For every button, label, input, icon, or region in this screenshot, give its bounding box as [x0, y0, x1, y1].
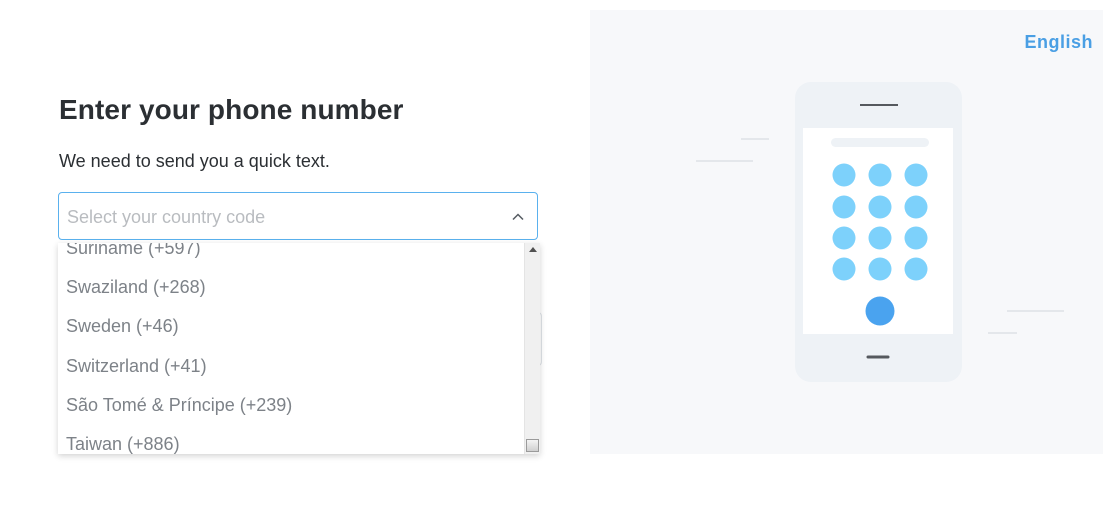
keypad-key [868, 195, 892, 219]
keypad-key [904, 163, 928, 187]
keypad-key [868, 257, 892, 281]
country-code-dropdown[interactable]: Suriname (+597) Swaziland (+268) Sweden … [58, 243, 540, 454]
keypad-key [832, 226, 856, 250]
keypad-key [832, 195, 856, 219]
country-code-select[interactable]: Select your country code [58, 192, 538, 240]
keypad-key [904, 195, 928, 219]
phone-keypad-illustration [696, 82, 1064, 382]
country-option-sao-tome-principe[interactable]: São Tomé & Príncipe (+239) [58, 386, 523, 425]
keypad-key [868, 163, 892, 187]
dropdown-scrollbar[interactable] [524, 243, 540, 454]
illustration-panel: English [590, 10, 1103, 454]
page-title: Enter your phone number [59, 94, 404, 125]
country-option-list: Suriname (+597) Swaziland (+268) Sweden … [58, 243, 523, 454]
scrollbar-thumb[interactable] [526, 439, 539, 452]
keypad-key [868, 226, 892, 250]
country-code-placeholder: Select your country code [67, 207, 266, 227]
country-option-swaziland[interactable]: Swaziland (+268) [58, 268, 523, 307]
chevron-up-icon[interactable] [511, 210, 525, 224]
country-option-switzerland[interactable]: Switzerland (+41) [58, 347, 523, 386]
country-option-sweden[interactable]: Sweden (+46) [58, 307, 523, 346]
scroll-up-arrow-icon[interactable] [529, 247, 537, 252]
country-option-suriname[interactable]: Suriname (+597) [58, 243, 523, 268]
page-subtitle: We need to send you a quick text. [59, 151, 330, 171]
keypad-key [832, 257, 856, 281]
keypad-call-key [865, 296, 895, 326]
keypad-key [904, 257, 928, 281]
keypad-key [904, 226, 928, 250]
country-option-taiwan[interactable]: Taiwan (+886) [58, 425, 523, 454]
phone-number-page: Enter your phone number We need to send … [0, 0, 1103, 518]
keypad-key [832, 163, 856, 187]
phone-screen-field [831, 138, 929, 147]
